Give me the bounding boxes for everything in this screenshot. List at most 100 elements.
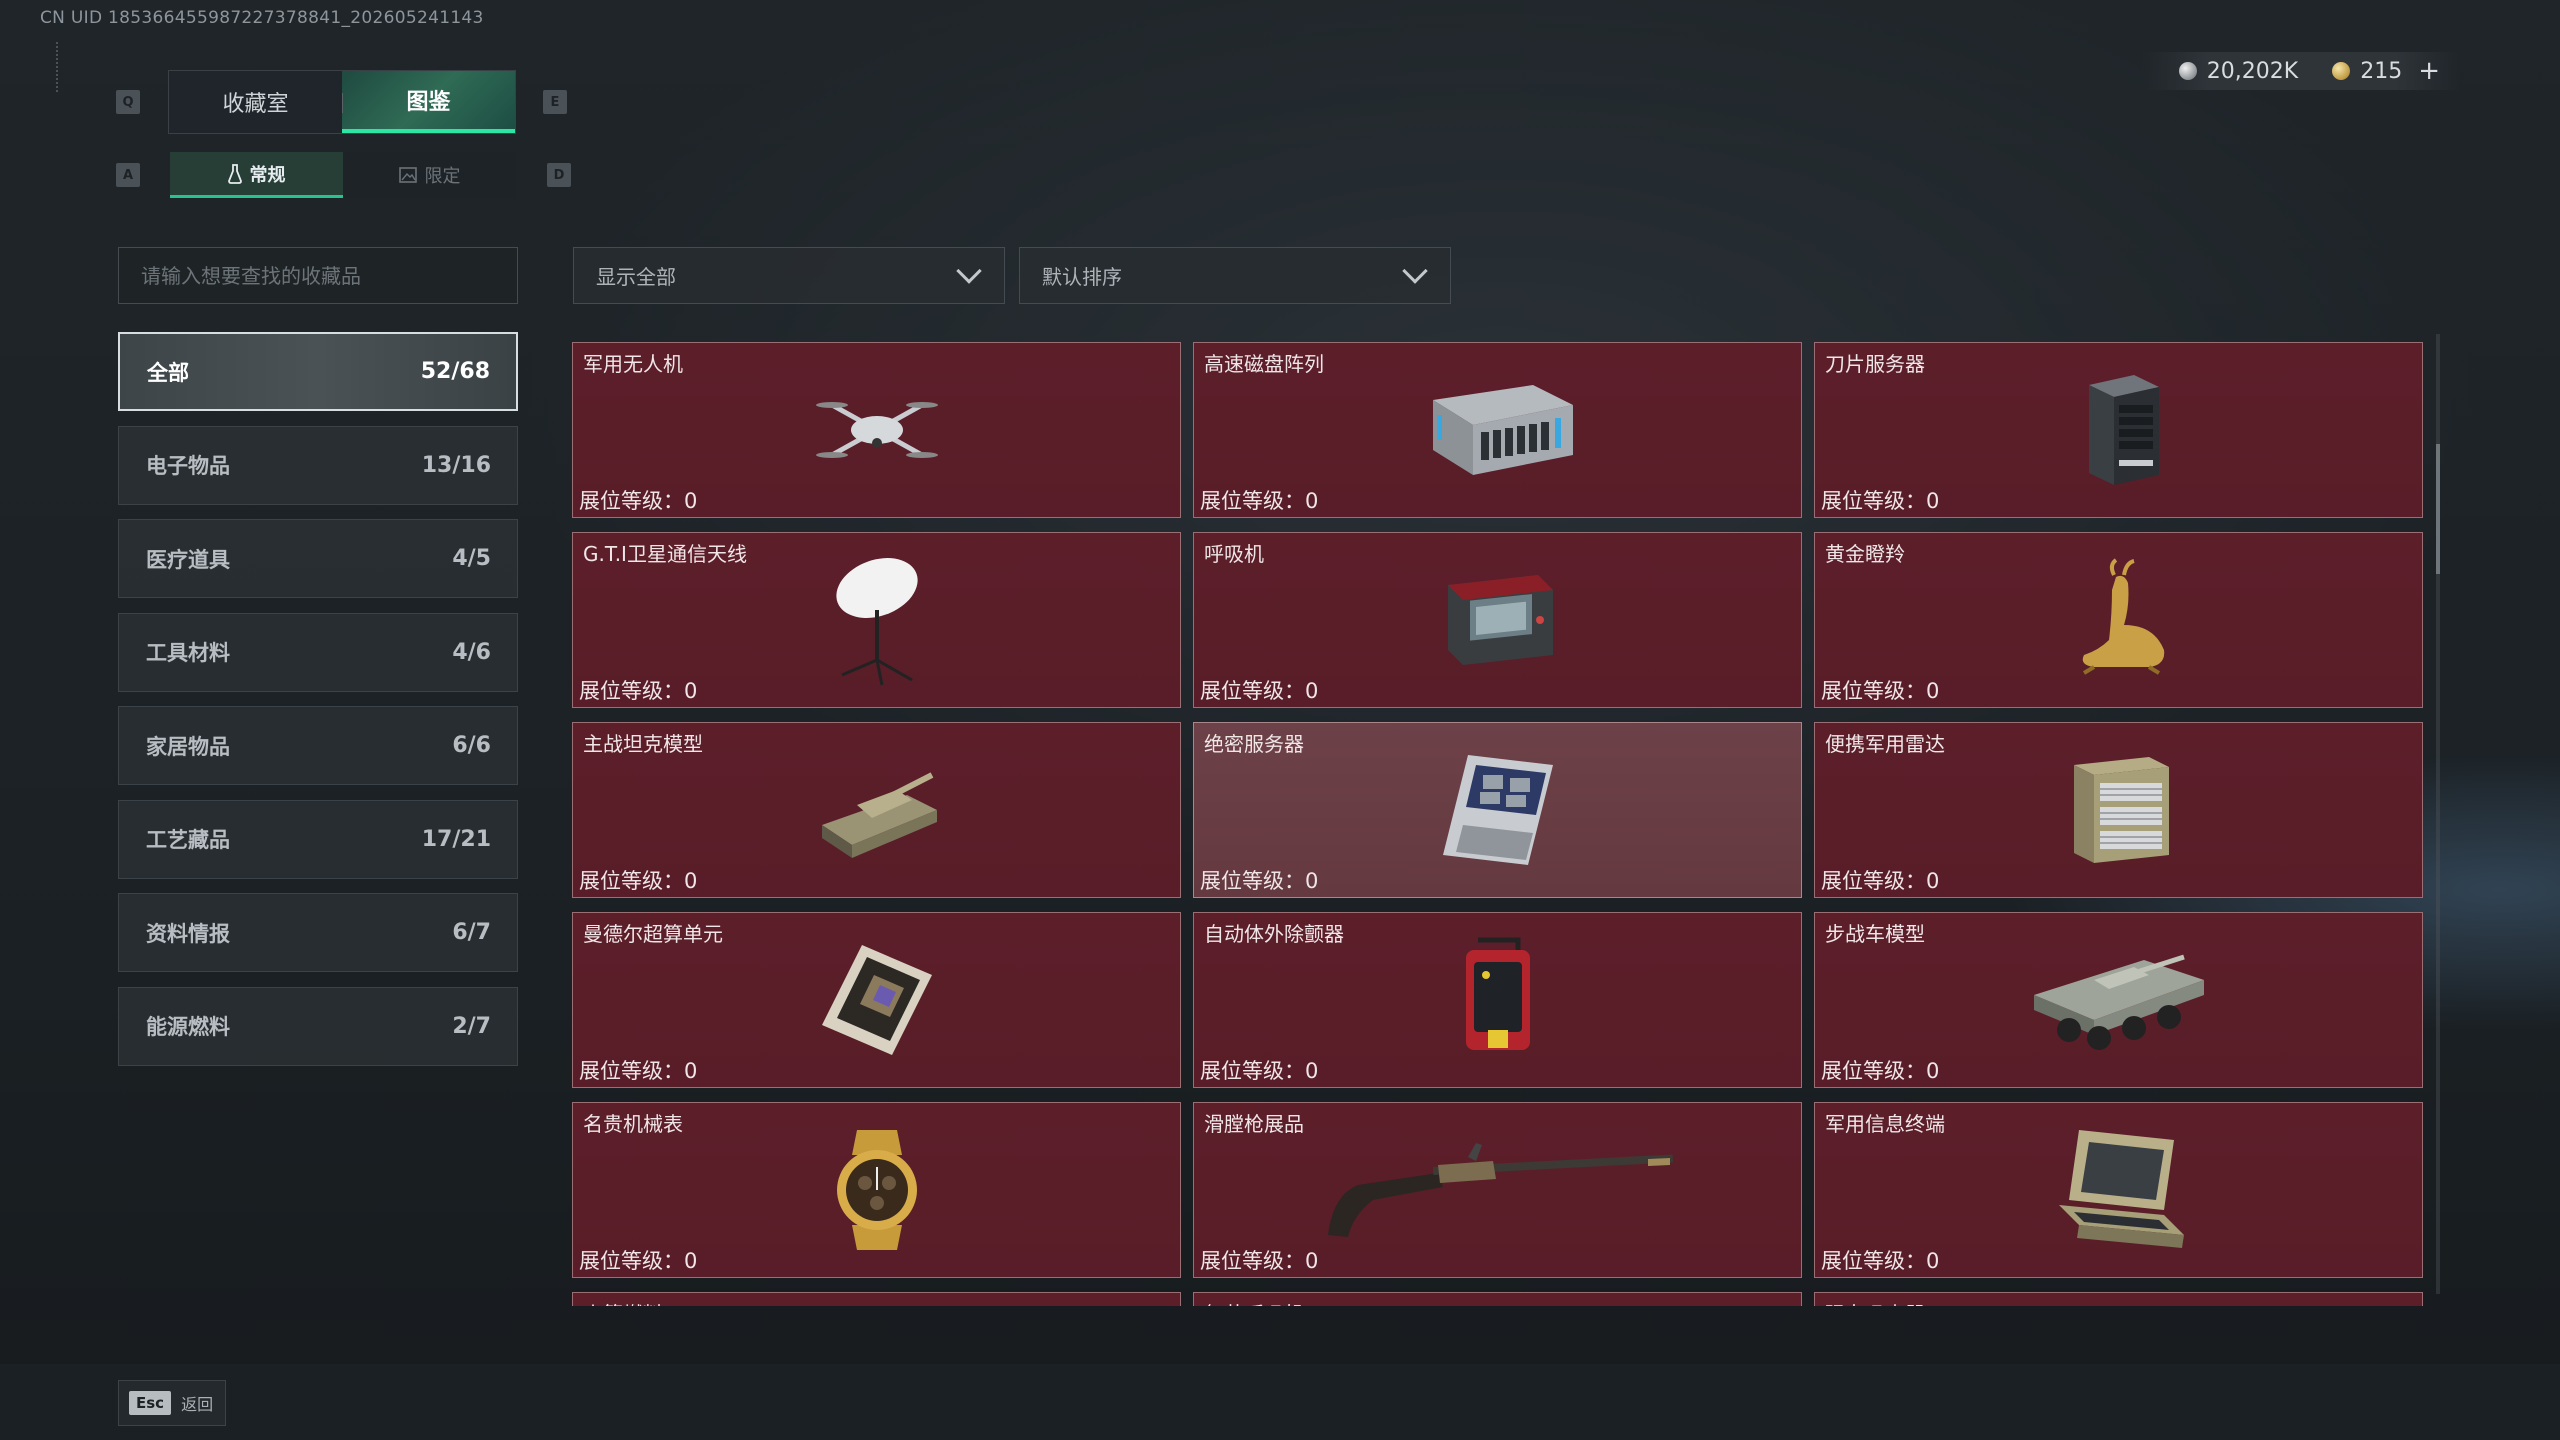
currency-bar: 20,202K 215 + xyxy=(2142,52,2460,90)
item-name: 绝密服务器 xyxy=(1204,732,1304,756)
chevron-down-icon xyxy=(1402,257,1428,284)
silver-coin-icon xyxy=(2178,62,2197,80)
category-crafts[interactable]: 工艺藏品 17/21 xyxy=(118,799,518,879)
item-card[interactable]: 火箭燃料 xyxy=(572,1292,1181,1306)
category-electronics[interactable]: 电子物品 13/16 xyxy=(118,425,518,505)
item-name: 强力吸尘器 xyxy=(1825,1298,1925,1306)
golden-gazelle-icon xyxy=(2082,558,2164,675)
scrollbar[interactable] xyxy=(2436,334,2440,1294)
item-card[interactable]: 高速磁盘阵列 展位等级：0 xyxy=(1193,342,1802,518)
key-hint-q: Q xyxy=(116,90,140,114)
category-label: 能源燃料 xyxy=(146,1015,230,1039)
subtab-label: 常规 xyxy=(249,164,286,186)
item-name: 复苏呼吸机 xyxy=(1204,1298,1304,1306)
bottom-bar xyxy=(0,1364,2560,1440)
item-card[interactable]: 滑膛枪展品 展位等级：0 xyxy=(1193,1102,1802,1278)
category-all[interactable]: 全部 52/68 xyxy=(118,332,518,411)
exhibit-level: 展位等级：0 xyxy=(1200,679,1319,703)
exhibit-level: 展位等级：0 xyxy=(1200,489,1319,513)
category-label: 资料情报 xyxy=(146,921,230,946)
category-count: 6/6 xyxy=(452,733,491,758)
sort-dropdown[interactable]: 默认排序 xyxy=(1019,247,1451,304)
item-name: 主战坦克模型 xyxy=(583,732,703,756)
back-button[interactable]: Esc 返回 xyxy=(118,1380,227,1426)
scroll-thumb[interactable] xyxy=(2436,444,2440,574)
exhibit-level: 展位等级：0 xyxy=(579,679,698,703)
subtab-label: 限定 xyxy=(424,166,461,187)
item-card[interactable]: 绝密服务器 展位等级：0 xyxy=(1193,722,1802,898)
chevron-down-icon xyxy=(956,257,982,284)
item-card[interactable]: 自动体外除颤器 展位等级：0 xyxy=(1193,912,1802,1088)
category-count: 4/6 xyxy=(452,639,491,665)
exhibit-level: 展位等级：0 xyxy=(579,489,698,513)
military-terminal-icon xyxy=(2058,1130,2184,1248)
exhibit-level: 展位等级：0 xyxy=(1200,1059,1319,1083)
item-card[interactable]: 军用无人机 展位等级：0 xyxy=(572,342,1181,518)
key-hint-a: A xyxy=(116,163,140,187)
tank-model-icon xyxy=(821,772,937,858)
key-hint-d: D xyxy=(547,163,571,187)
item-name: 呼吸机 xyxy=(1204,542,1264,566)
exhibit-level: 展位等级：0 xyxy=(579,1249,698,1273)
image-icon xyxy=(398,167,417,183)
item-card[interactable]: 主战坦克模型 展位等级：0 xyxy=(572,722,1181,898)
category-count: 2/7 xyxy=(452,1013,491,1039)
item-name: 曼德尔超算单元 xyxy=(583,922,723,946)
decoration-line xyxy=(56,42,62,92)
item-card[interactable]: 曼德尔超算单元 展位等级：0 xyxy=(572,912,1181,1088)
item-card[interactable]: 呼吸机 展位等级：0 xyxy=(1193,532,1802,708)
blade-server-icon xyxy=(2088,375,2159,485)
category-label: 医疗道具 xyxy=(146,547,230,572)
exhibit-level: 展位等级：0 xyxy=(1200,1249,1319,1273)
item-card[interactable]: 黄金瞪羚 展位等级：0 xyxy=(1814,532,2423,708)
category-medical[interactable]: 医疗道具 4/5 xyxy=(118,519,518,598)
exhibit-level: 展位等级：0 xyxy=(579,869,698,893)
main-tabs: 收藏室 图鉴 xyxy=(168,70,516,134)
item-card[interactable]: 名贵机械表 展位等级：0 xyxy=(572,1102,1181,1278)
supercomputer-unit-icon xyxy=(821,945,932,1055)
add-currency-button[interactable]: + xyxy=(2418,56,2440,86)
back-label: 返回 xyxy=(181,1395,214,1414)
item-card[interactable]: 步战车模型 展位等级：0 xyxy=(1814,912,2423,1088)
item-card[interactable]: 军用信息终端 展位等级：0 xyxy=(1814,1102,2423,1278)
category-label: 电子物品 xyxy=(146,454,230,478)
portable-radar-icon xyxy=(2073,757,2169,863)
esc-key: Esc xyxy=(129,1391,172,1415)
item-name: 名贵机械表 xyxy=(583,1112,683,1136)
category-label: 工具材料 xyxy=(146,641,230,665)
subtab-limited[interactable]: 限定 xyxy=(343,152,516,198)
exhibit-level: 展位等级：0 xyxy=(1821,1059,1940,1083)
item-name: G.T.I卫星通信天线 xyxy=(583,542,747,566)
item-card[interactable]: G.T.I卫星通信天线 展位等级：0 xyxy=(572,532,1181,708)
item-name: 火箭燃料 xyxy=(583,1298,663,1306)
gold-amount: 215 xyxy=(2360,58,2403,84)
key-hint-e: E xyxy=(543,90,567,114)
item-name: 步战车模型 xyxy=(1825,922,1925,946)
sort-dropdown-value: 默认排序 xyxy=(1042,265,1122,289)
exhibit-level: 展位等级：0 xyxy=(1821,489,1940,513)
category-count: 6/7 xyxy=(452,920,491,945)
item-card[interactable]: 便携军用雷达 展位等级：0 xyxy=(1814,722,2423,898)
ifv-model-icon xyxy=(2033,954,2204,1050)
search-input[interactable] xyxy=(118,247,518,304)
category-energy[interactable]: 能源燃料 2/7 xyxy=(118,986,518,1066)
category-label: 全部 xyxy=(147,360,189,385)
subtab-regular[interactable]: 常规 xyxy=(170,152,343,198)
tab-collection-room[interactable]: 收藏室 xyxy=(169,71,342,133)
category-intel[interactable]: 资料情报 6/7 xyxy=(118,893,518,972)
item-grid: 军用无人机 展位等级：0 高速磁盘阵列 展位等级：0 刀片服务器 展位等级：0 … xyxy=(572,342,2424,1306)
secret-server-icon xyxy=(1442,755,1553,865)
category-tools[interactable]: 工具材料 4/6 xyxy=(118,612,518,692)
tab-codex[interactable]: 图鉴 xyxy=(342,71,515,133)
defibrillator-icon xyxy=(1465,937,1530,1050)
item-card[interactable]: 强力吸尘器 xyxy=(1814,1292,2423,1306)
exhibit-level: 展位等级：0 xyxy=(1821,869,1940,893)
filter-dropdown[interactable]: 显示全部 xyxy=(573,247,1005,304)
category-household[interactable]: 家居物品 6/6 xyxy=(118,706,518,785)
item-name: 军用信息终端 xyxy=(1825,1112,1945,1136)
gold-currency: 215 + xyxy=(2332,56,2440,86)
category-label: 工艺藏品 xyxy=(146,828,230,852)
category-count: 17/21 xyxy=(421,826,491,852)
item-card[interactable]: 刀片服务器 展位等级：0 xyxy=(1814,342,2423,518)
item-card[interactable]: 复苏呼吸机 xyxy=(1193,1292,1802,1306)
